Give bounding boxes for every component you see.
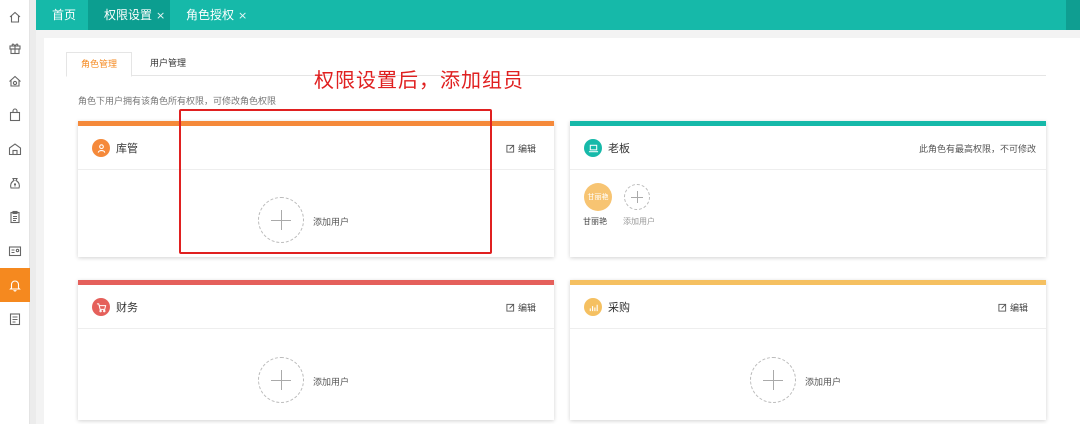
home-icon[interactable] xyxy=(0,0,30,34)
role-name: 采购 xyxy=(608,301,630,314)
annotation-text: 权限设置后，添加组员 xyxy=(314,68,524,92)
edit-label: 编辑 xyxy=(517,145,536,155)
gift-icon[interactable] xyxy=(0,31,30,65)
tab-bar: 首页 权限设置 × 角色授权 × xyxy=(36,0,1080,30)
avatar[interactable]: 甘丽艳 xyxy=(584,183,612,211)
warehouse-icon[interactable] xyxy=(0,132,30,166)
role-name: 财务 xyxy=(116,301,138,314)
report-icon[interactable] xyxy=(0,302,30,336)
subtab-role-management[interactable]: 角色管理 xyxy=(66,52,133,77)
money-bag-icon[interactable] xyxy=(0,166,30,200)
member-name: 甘丽艳 xyxy=(583,217,607,226)
add-user-button[interactable] xyxy=(624,184,650,210)
add-user-button[interactable] xyxy=(750,357,796,403)
house-gear-icon[interactable] xyxy=(0,64,30,98)
role-note: 此角色有最高权限，不可修改 xyxy=(918,145,1036,155)
subtab-user-management[interactable]: 用户管理 xyxy=(136,52,200,77)
laptop-icon xyxy=(584,139,602,157)
card-header: 老板 此角色有最高权限，不可修改 xyxy=(570,126,1046,170)
tab-label: 首页 xyxy=(52,8,77,22)
sidebar xyxy=(0,0,30,424)
add-user-button[interactable] xyxy=(258,357,304,403)
tab-home[interactable]: 首页 xyxy=(36,0,88,30)
main-panel: 角色管理 用户管理 角色下用户拥有该角色所有权限，可修改角色权限 库管 编辑 添… xyxy=(44,38,1080,424)
add-user-label[interactable]: 添加用户 xyxy=(805,375,841,388)
shopping-bag-icon[interactable] xyxy=(0,98,30,132)
chart-icon xyxy=(584,298,602,316)
tab-label: 角色授权 xyxy=(186,8,235,22)
add-user-label[interactable]: 添加用户 xyxy=(623,216,655,227)
hint-text: 角色下用户拥有该角色所有权限，可修改角色权限 xyxy=(78,97,277,107)
role-card-finance: 财务 编辑 添加用户 xyxy=(78,280,554,420)
edit-label: 编辑 xyxy=(517,304,536,314)
close-icon[interactable]: × xyxy=(238,9,247,22)
tab-role-authorization[interactable]: 角色授权 × xyxy=(170,0,260,30)
tab-label: 权限设置 xyxy=(104,8,153,22)
annotation-box xyxy=(179,109,492,254)
edit-label: 编辑 xyxy=(1009,304,1028,314)
close-icon[interactable]: × xyxy=(156,9,165,22)
bell-icon[interactable] xyxy=(0,268,30,302)
tab-permission-settings[interactable]: 权限设置 × xyxy=(88,0,170,30)
edit-button[interactable]: 编辑 xyxy=(506,142,536,155)
tab-bar-edge xyxy=(1066,0,1080,30)
id-card-icon[interactable] xyxy=(0,234,30,268)
cart-icon xyxy=(92,298,110,316)
edit-button[interactable]: 编辑 xyxy=(998,301,1028,314)
card-header: 财务 编辑 xyxy=(78,285,554,329)
role-card-purchasing: 采购 编辑 添加用户 xyxy=(570,280,1046,420)
card-header: 采购 编辑 xyxy=(570,285,1046,329)
role-name: 老板 xyxy=(608,142,630,155)
clipboard-icon[interactable] xyxy=(0,200,30,234)
user-icon xyxy=(92,139,110,157)
subtab-bar: 角色管理 用户管理 xyxy=(66,52,1046,77)
role-card-boss: 老板 此角色有最高权限，不可修改 甘丽艳 甘丽艳 添加用户 xyxy=(570,121,1046,257)
edit-button[interactable]: 编辑 xyxy=(506,301,536,314)
add-user-label[interactable]: 添加用户 xyxy=(313,375,349,388)
role-name: 库管 xyxy=(116,142,138,155)
sidebar-divider xyxy=(30,0,36,424)
